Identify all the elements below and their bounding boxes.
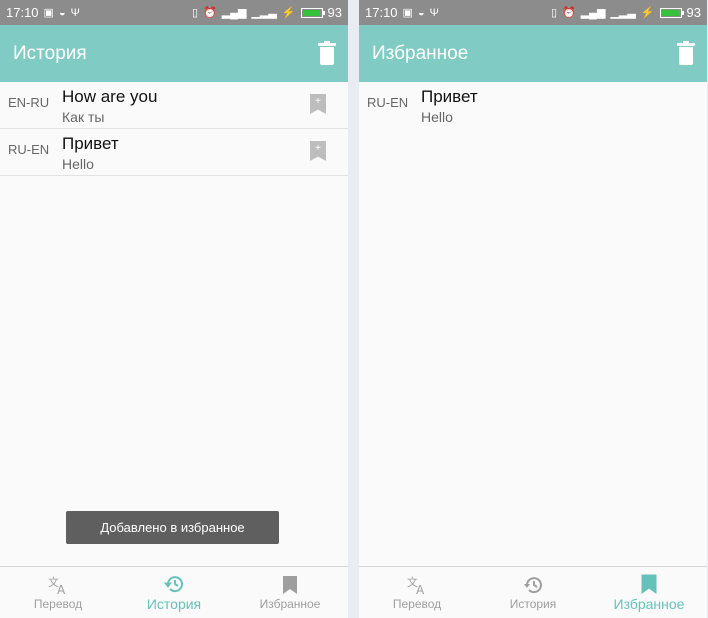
bookmark-icon bbox=[282, 575, 298, 595]
page-title: Избранное bbox=[372, 42, 469, 64]
language-pair: EN-RU bbox=[8, 95, 50, 110]
source-text: Привет bbox=[62, 134, 119, 153]
app-bar: История bbox=[0, 25, 348, 82]
bookmark-add-icon[interactable]: + bbox=[310, 141, 326, 161]
alarm-icon: ⏰ bbox=[562, 7, 576, 19]
nav-favorites[interactable]: Избранное bbox=[232, 567, 348, 618]
nav-label: Избранное bbox=[613, 595, 685, 612]
status-time: 17:10 bbox=[6, 5, 39, 20]
svg-text:A: A bbox=[416, 583, 425, 595]
nav-translate[interactable]: 文 A Перевод bbox=[359, 567, 475, 618]
trash-icon[interactable] bbox=[677, 40, 695, 65]
translation-text: Как ты bbox=[62, 109, 105, 125]
bookmark-icon bbox=[641, 574, 657, 594]
usb-icon: Ψ bbox=[70, 6, 80, 19]
image-icon: ▣ bbox=[43, 7, 54, 19]
nav-history[interactable]: История bbox=[116, 567, 232, 618]
nav-label: Перевод bbox=[392, 596, 442, 611]
svg-text:A: A bbox=[57, 583, 66, 595]
history-icon bbox=[523, 575, 543, 595]
language-pair: RU-EN bbox=[367, 95, 409, 110]
signal-2-icon: ▁▂▃ bbox=[610, 7, 636, 19]
nav-label: История bbox=[146, 595, 202, 612]
battery-percent: 93 bbox=[327, 5, 342, 20]
battery-percent: 93 bbox=[686, 5, 701, 20]
sync-icon: ◒ bbox=[58, 6, 66, 19]
vibrate-icon: ▯ bbox=[550, 7, 558, 19]
translate-icon: 文 A bbox=[406, 575, 428, 595]
bottom-navigation: 文 A Перевод История Избранное bbox=[0, 566, 348, 618]
signal-icon: ▂▄▆ bbox=[580, 7, 606, 19]
sync-icon: ◒ bbox=[417, 6, 425, 19]
source-text: How are you bbox=[62, 87, 158, 106]
nav-history[interactable]: История bbox=[475, 567, 591, 618]
translate-icon: 文 A bbox=[47, 575, 69, 595]
charging-icon: ⚡ bbox=[281, 7, 296, 19]
page-title: История bbox=[13, 42, 87, 64]
bottom-navigation: 文 A Перевод История Избранное bbox=[359, 566, 707, 618]
battery-icon bbox=[300, 7, 325, 18]
history-icon bbox=[164, 574, 184, 594]
status-bar: 17:10 ▣ ◒ Ψ ▯ ⏰ ▂▄▆ ▁▂▃ ⚡ 93 bbox=[359, 0, 707, 25]
nav-label: История bbox=[509, 596, 557, 611]
favorites-list: RU-EN Привет Hello bbox=[359, 82, 707, 128]
history-list: EN-RU How are you Как ты + RU-EN Привет … bbox=[0, 82, 348, 176]
nav-label: Перевод bbox=[33, 596, 83, 611]
nav-translate[interactable]: 文 A Перевод bbox=[0, 567, 116, 618]
usb-icon: Ψ bbox=[429, 6, 439, 19]
status-time: 17:10 bbox=[365, 5, 398, 20]
nav-favorites[interactable]: Избранное bbox=[591, 567, 707, 618]
image-icon: ▣ bbox=[402, 7, 413, 19]
status-bar: 17:10 ▣ ◒ Ψ ▯ ⏰ ▂▄▆ ▁▂▃ ⚡ 93 bbox=[0, 0, 348, 25]
source-text: Привет bbox=[421, 87, 478, 106]
language-pair: RU-EN bbox=[8, 142, 50, 157]
list-item[interactable]: RU-EN Привет Hello + bbox=[0, 129, 348, 176]
translation-text: Hello bbox=[62, 156, 94, 172]
signal-icon: ▂▄▆ bbox=[221, 7, 247, 19]
signal-2-icon: ▁▂▃ bbox=[251, 7, 277, 19]
app-bar: Избранное bbox=[359, 25, 707, 82]
charging-icon: ⚡ bbox=[640, 7, 655, 19]
list-item[interactable]: RU-EN Привет Hello bbox=[359, 82, 707, 128]
favorites-screen: 17:10 ▣ ◒ Ψ ▯ ⏰ ▂▄▆ ▁▂▃ ⚡ 93 Избранное R… bbox=[359, 0, 707, 618]
toast-message: Добавлено в избранное bbox=[66, 511, 279, 544]
alarm-icon: ⏰ bbox=[203, 7, 217, 19]
nav-label: Избранное bbox=[259, 596, 321, 611]
history-screen: 17:10 ▣ ◒ Ψ ▯ ⏰ ▂▄▆ ▁▂▃ ⚡ 93 История EN-… bbox=[0, 0, 348, 618]
vibrate-icon: ▯ bbox=[191, 7, 199, 19]
translation-text: Hello bbox=[421, 109, 453, 125]
trash-icon[interactable] bbox=[318, 40, 336, 65]
bookmark-add-icon[interactable]: + bbox=[310, 94, 326, 114]
list-item[interactable]: EN-RU How are you Как ты + bbox=[0, 82, 348, 129]
battery-icon bbox=[659, 7, 684, 18]
